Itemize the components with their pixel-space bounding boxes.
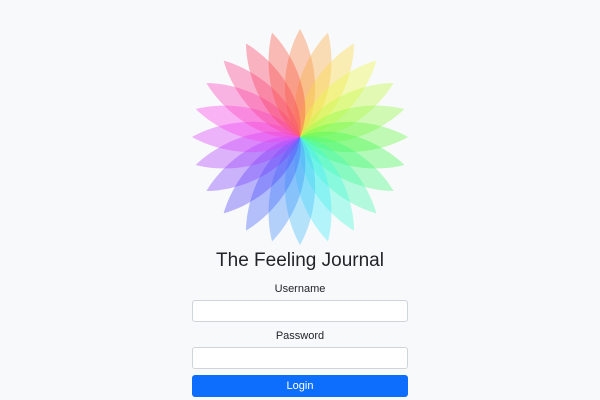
password-input[interactable]: [192, 347, 408, 369]
app-title: The Feeling Journal: [216, 250, 384, 271]
login-page: The Feeling Journal Username Password Lo…: [0, 0, 600, 400]
username-input[interactable]: [192, 300, 408, 322]
rainbow-flower-logo: [192, 29, 408, 245]
username-label: Username: [274, 283, 326, 295]
login-button[interactable]: Login: [192, 375, 408, 397]
password-label: Password: [275, 330, 325, 342]
